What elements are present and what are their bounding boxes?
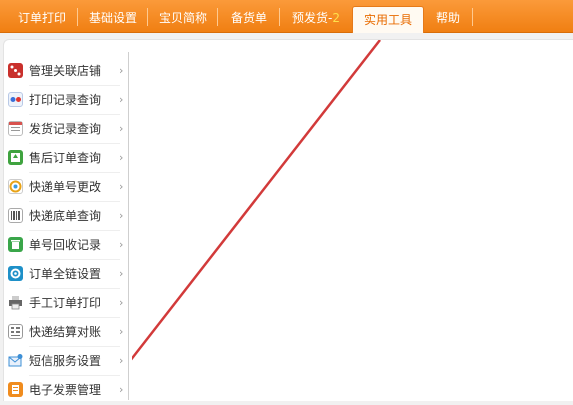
chevron-right-icon: › [119, 325, 124, 338]
sidebar-item-label: 电子发票管理 [29, 383, 102, 397]
tab-label: 备货单 [230, 11, 267, 25]
chevron-right-icon: › [119, 151, 124, 164]
chevron-right-icon: › [119, 383, 124, 396]
diagonal-stroke [97, 39, 381, 403]
invoice-icon [8, 382, 23, 397]
chevron-right-icon: › [119, 93, 124, 106]
sidebar-item-courier-settlement[interactable]: 快递结算对账 › [3, 318, 128, 347]
sidebar-item-label: 打印记录查询 [29, 93, 102, 107]
chevron-right-icon: › [119, 238, 124, 251]
chevron-right-icon: › [119, 296, 124, 309]
sidebar-item-tracking-change[interactable]: 快递单号更改 › [3, 173, 128, 202]
sidebar-item-order-chain-settings[interactable]: 订单全链设置 › [3, 260, 128, 289]
after-sales-icon [8, 150, 23, 165]
tab-item-shortname[interactable]: 宝贝简称 [148, 0, 218, 32]
chevron-right-icon: › [119, 64, 124, 77]
sidebar-item-label: 短信服务设置 [29, 354, 102, 368]
sidebar-item-shipping-records[interactable]: 发货记录查询 › [3, 115, 128, 144]
sidebar-item-e-invoice[interactable]: 电子发票管理 › [3, 376, 128, 405]
linked-shops-icon [8, 63, 23, 78]
tools-sidebar: 管理关联店铺 › 打印记录查询 › 发货记录查询 › 售后订单查询 › 快递单号… [3, 52, 129, 400]
sidebar-item-label: 快递单号更改 [29, 180, 102, 194]
sidebar-item-label: 快递结算对账 [29, 325, 102, 339]
sidebar-item-sms-settings[interactable]: 短信服务设置 › [3, 347, 128, 376]
chevron-right-icon: › [119, 267, 124, 280]
tab-label: 订单打印 [17, 11, 66, 25]
tab-utilities[interactable]: 实用工具 [352, 6, 424, 33]
tab-pre-shipment[interactable]: 预发货-2 [280, 0, 352, 32]
waybill-query-icon [8, 208, 23, 223]
sidebar-item-manual-order-print[interactable]: 手工订单打印 › [3, 289, 128, 318]
ledger-icon [8, 324, 23, 339]
tab-label: 宝贝简称 [158, 11, 207, 25]
chevron-right-icon: › [119, 180, 124, 193]
sidebar-item-waybill-query[interactable]: 快递底单查询 › [3, 202, 128, 231]
print-records-icon [8, 92, 23, 107]
sidebar-item-label: 手工订单打印 [29, 296, 102, 310]
tab-help[interactable]: 帮助 [423, 0, 473, 32]
sidebar-item-label: 发货记录查询 [29, 122, 102, 136]
sidebar-item-label: 快递底单查询 [29, 209, 102, 223]
shipping-records-icon [8, 121, 23, 136]
tab-separator [472, 8, 473, 26]
sidebar-item-label: 订单全链设置 [29, 267, 102, 281]
sidebar-item-print-records[interactable]: 打印记录查询 › [3, 86, 128, 115]
tab-basic-settings[interactable]: 基础设置 [78, 0, 148, 32]
gear-icon [8, 266, 23, 281]
chevron-right-icon: › [119, 122, 124, 135]
sidebar-item-label: 单号回收记录 [29, 238, 102, 252]
sidebar-item-linked-shops[interactable]: 管理关联店铺 › [3, 57, 128, 86]
sidebar-item-label: 管理关联店铺 [29, 64, 102, 78]
tab-badge-count: 2 [332, 11, 340, 25]
tab-label: 实用工具 [363, 13, 412, 27]
tab-label: 预发货- [292, 11, 333, 25]
printer-icon [8, 295, 23, 310]
tab-label: 基础设置 [88, 11, 137, 25]
tab-order-print[interactable]: 订单打印 [6, 0, 78, 32]
sidebar-item-recycle-records[interactable]: 单号回收记录 › [3, 231, 128, 260]
sidebar-item-label: 售后订单查询 [29, 151, 102, 165]
tab-label: 帮助 [435, 11, 460, 25]
sms-icon [8, 353, 23, 368]
tracking-change-icon [8, 179, 23, 194]
chevron-right-icon: › [119, 209, 124, 222]
chevron-right-icon: › [119, 354, 124, 367]
content-area [97, 39, 573, 403]
recycle-icon [8, 237, 23, 252]
top-nav-bar: 订单打印 基础设置 宝贝简称 备货单 预发货-2 实用工具 帮助 [0, 0, 573, 33]
tab-picking-list[interactable]: 备货单 [218, 0, 280, 32]
sidebar-item-after-sales[interactable]: 售后订单查询 › [3, 144, 128, 173]
